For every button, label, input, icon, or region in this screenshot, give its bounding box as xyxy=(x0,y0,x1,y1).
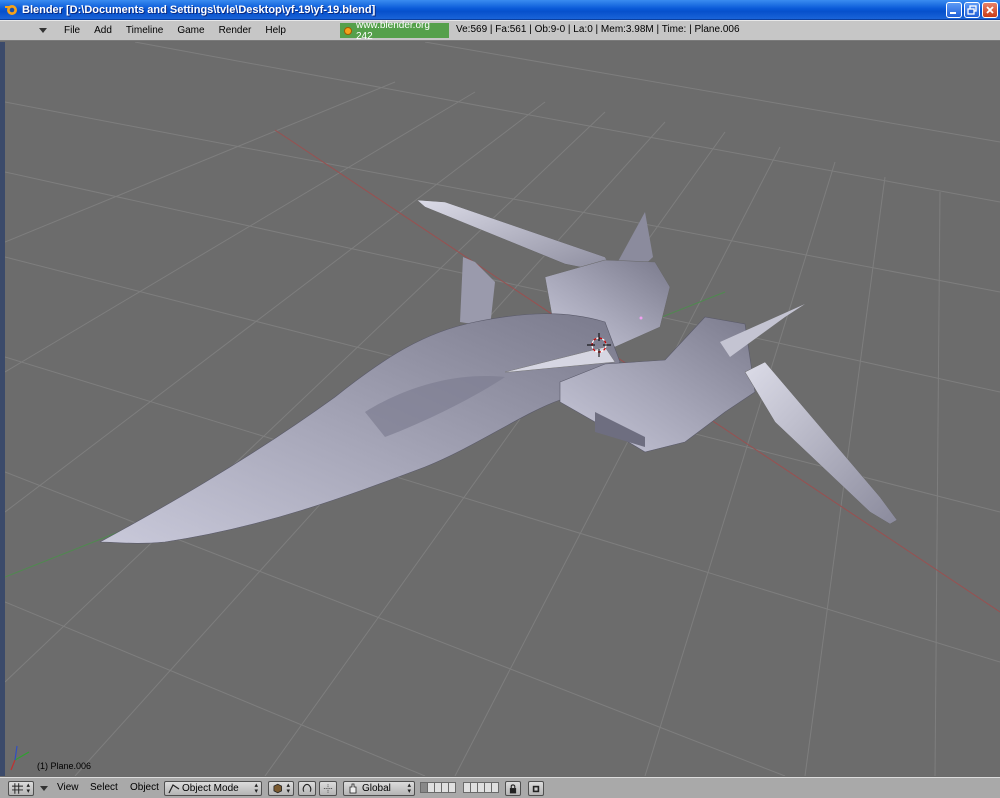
menu-render[interactable]: Render xyxy=(212,25,259,36)
blender-logo-icon xyxy=(5,4,17,15)
minimize-icon xyxy=(950,12,956,14)
axis-gizmo-icon xyxy=(10,745,30,771)
updown-arrows-icon: ▴ ▾ xyxy=(407,781,411,795)
menu-view[interactable]: View xyxy=(57,782,79,793)
blender-website-link[interactable]: www.blender.org 242 xyxy=(340,20,449,42)
restore-icon xyxy=(967,5,977,15)
window-title: Blender [D:\Documents and Settings\tvle\… xyxy=(22,3,376,16)
layer-buttons-group-1[interactable] xyxy=(420,782,456,793)
menu-collapse-icon[interactable] xyxy=(39,28,47,33)
menu-help[interactable]: Help xyxy=(258,25,293,36)
manipulator-icon xyxy=(323,784,333,793)
3d-viewport[interactable] xyxy=(5,42,1000,776)
pivot-select[interactable] xyxy=(298,781,316,796)
render-icon xyxy=(532,785,540,792)
close-icon xyxy=(986,6,994,14)
updown-arrows-icon: ▴ ▾ xyxy=(254,781,258,795)
menu-object[interactable]: Object xyxy=(130,782,159,793)
aircraft-model[interactable] xyxy=(99,199,898,544)
viewport-scene xyxy=(5,42,1000,776)
solid-shading-icon xyxy=(273,783,282,794)
mode-select[interactable]: Object Mode ▴ ▾ xyxy=(164,781,262,796)
mode-label: Object Mode xyxy=(182,783,239,794)
close-button[interactable] xyxy=(982,2,998,18)
orientation-select[interactable]: Global ▴ ▾ xyxy=(343,781,415,796)
info-header: File Add Timeline Game Render Help www.b… xyxy=(0,20,1000,42)
restore-button[interactable] xyxy=(964,2,980,18)
updown-arrows-icon: ▴ ▾ xyxy=(26,781,30,795)
grid-icon xyxy=(12,783,24,794)
render-button[interactable] xyxy=(528,781,544,796)
layer-buttons-group-2[interactable] xyxy=(463,782,499,793)
menu-add[interactable]: Add xyxy=(87,25,119,36)
lock-layers-button[interactable] xyxy=(505,781,521,796)
pivot-icon xyxy=(302,783,312,792)
object-mode-icon xyxy=(168,784,180,794)
object-origin-dot xyxy=(639,316,643,320)
orientation-label: Global xyxy=(362,783,391,794)
menu-file[interactable]: File xyxy=(57,25,87,36)
blender-logo-icon xyxy=(344,26,352,35)
view3d-header: ▴ ▾ View Select Object Object Mode ▴ ▾ ▴ ▾ … xyxy=(0,777,1000,798)
transform-manipulator-toggle[interactable] xyxy=(319,781,337,796)
window-titlebar: Blender [D:\Documents and Settings\tvle\… xyxy=(0,0,1000,20)
header-collapse-icon[interactable] xyxy=(40,786,48,791)
blender-link-label: www.blender.org 242 xyxy=(355,19,430,42)
menu-timeline[interactable]: Timeline xyxy=(119,25,170,36)
right-wing xyxy=(744,361,898,525)
scene-stats: Ve:569 | Fa:561 | Ob:9-0 | La:0 | Mem:3.… xyxy=(456,24,740,35)
editor-type-button[interactable]: ▴ ▾ xyxy=(8,781,34,796)
vertical-stabilizer xyxy=(460,257,495,327)
lock-icon xyxy=(509,784,517,794)
hand-icon xyxy=(349,783,357,794)
shading-select[interactable]: ▴ ▾ xyxy=(268,781,294,796)
minimize-button[interactable] xyxy=(946,2,962,18)
menu-game[interactable]: Game xyxy=(170,25,211,36)
menu-select[interactable]: Select xyxy=(90,782,118,793)
updown-arrows-icon: ▴ ▾ xyxy=(286,781,290,795)
active-object-label: (1) Plane.006 xyxy=(37,761,92,771)
